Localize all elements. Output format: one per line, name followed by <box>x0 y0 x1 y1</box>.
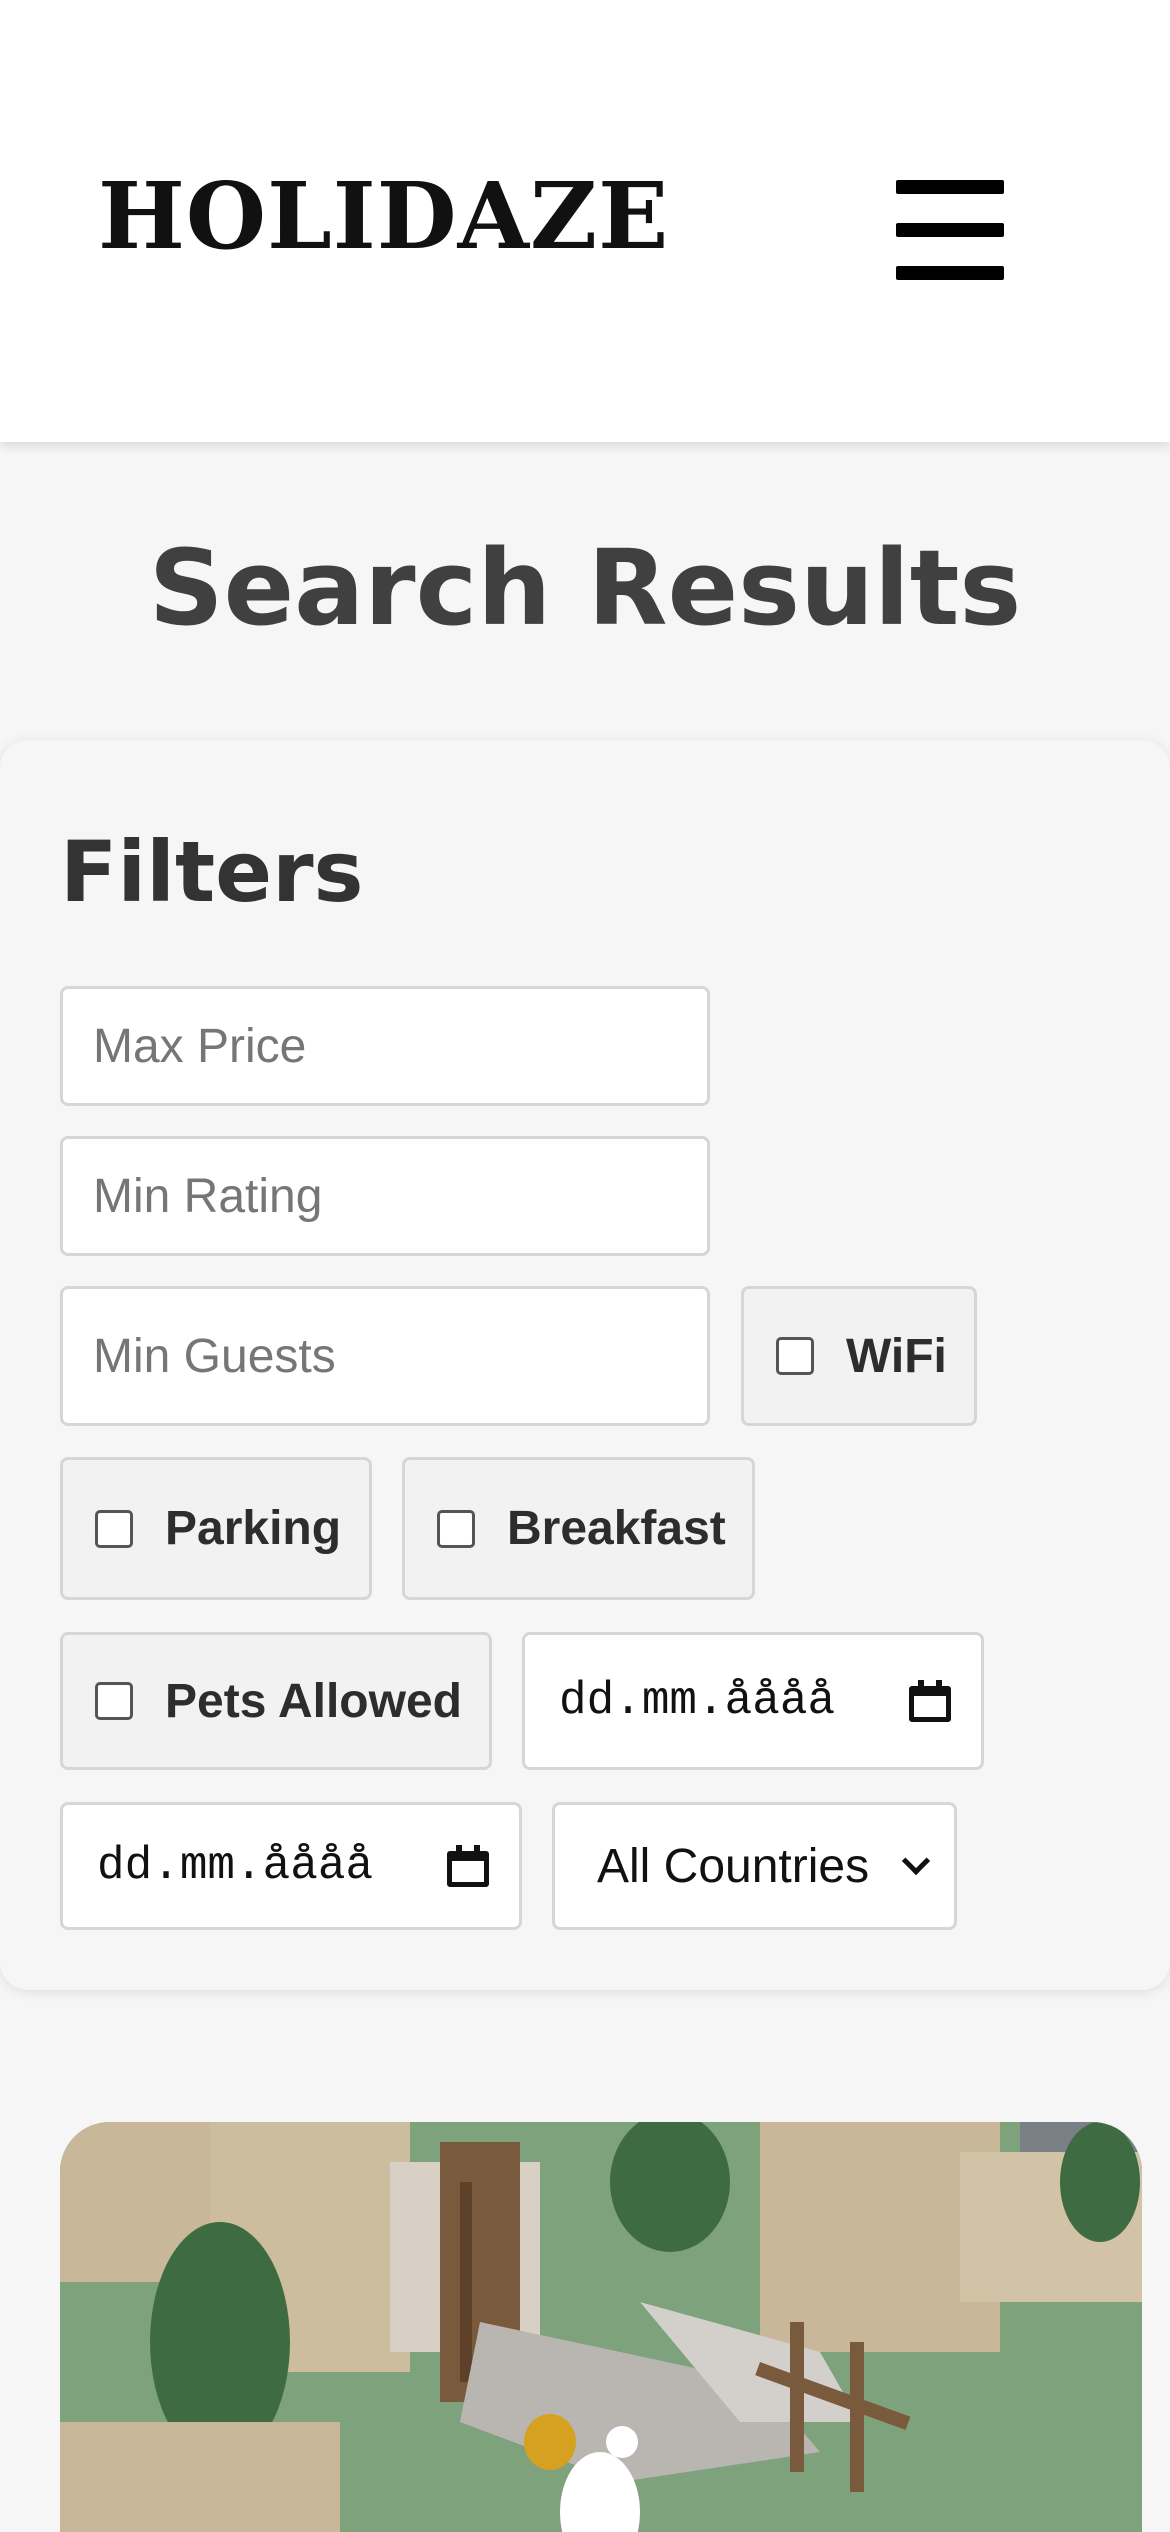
site-header: HOLIDAZE <box>0 0 1170 442</box>
check-out-date-input[interactable]: dd.mm.åååå <box>60 1802 522 1930</box>
min-rating-field <box>60 1136 710 1256</box>
check-in-date-input[interactable]: dd.mm.åååå <box>522 1632 984 1770</box>
checkbox-box[interactable] <box>95 1682 133 1720</box>
breakfast-checkbox[interactable]: Breakfast <box>402 1457 755 1600</box>
min-guests-field <box>60 1286 710 1426</box>
parking-checkbox[interactable]: Parking <box>60 1457 372 1600</box>
min-guests-input[interactable] <box>93 1328 707 1384</box>
breakfast-label: Breakfast <box>507 1502 726 1555</box>
country-select[interactable]: All Countries <box>552 1802 957 1930</box>
date-value: dd.mm.åååå <box>97 1840 374 1892</box>
venue-illustration <box>60 2122 1142 2532</box>
parking-label: Parking <box>165 1502 342 1555</box>
page-title: Search Results <box>148 527 1022 649</box>
hamburger-menu-icon[interactable] <box>896 176 1004 284</box>
pets-allowed-label: Pets Allowed <box>165 1674 462 1728</box>
filters-title: Filters <box>60 823 364 921</box>
country-select-value: All Countries <box>597 1839 870 1893</box>
wifi-label: WiFi <box>846 1329 947 1383</box>
wifi-checkbox[interactable]: WiFi <box>741 1286 977 1426</box>
min-rating-input[interactable] <box>93 1168 707 1224</box>
checkbox-box[interactable] <box>95 1509 133 1548</box>
checkbox-box[interactable] <box>776 1337 814 1375</box>
menu-bar <box>896 180 1004 194</box>
checkbox-box[interactable] <box>437 1509 475 1548</box>
date-value: dd.mm.åååå <box>559 1675 836 1727</box>
max-price-field <box>60 986 710 1106</box>
menu-bar <box>896 266 1004 280</box>
filters-panel: Filters WiFi Parking Breakfast Pets Allo… <box>0 740 1170 1990</box>
chevron-down-icon <box>901 1846 931 1876</box>
calendar-icon[interactable] <box>909 1680 951 1722</box>
venue-image[interactable] <box>60 2122 1142 2532</box>
calendar-icon[interactable] <box>447 1845 489 1887</box>
max-price-input[interactable] <box>93 1018 707 1074</box>
logo[interactable]: HOLIDAZE <box>98 170 669 262</box>
menu-bar <box>896 223 1004 237</box>
pets-allowed-checkbox[interactable]: Pets Allowed <box>60 1632 492 1770</box>
